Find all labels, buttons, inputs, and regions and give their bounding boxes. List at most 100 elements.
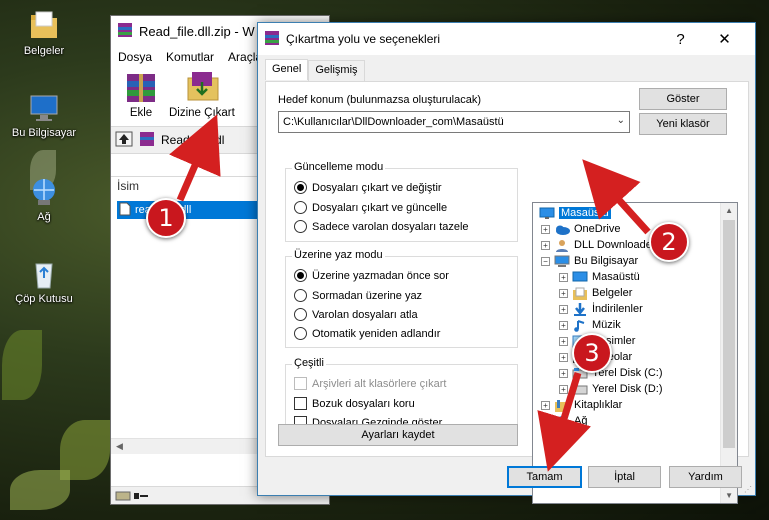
option-label: Sormadan üzerine yaz bbox=[312, 289, 423, 302]
chevron-down-icon[interactable]: ⌄ bbox=[617, 115, 625, 126]
network-icon bbox=[554, 415, 570, 428]
up-folder-icon[interactable] bbox=[115, 131, 133, 150]
overwrite-mode-group: Üzerine yaz modu Üzerine yazmadan önce s… bbox=[285, 249, 518, 348]
extract-to-button[interactable]: Dizine Çıkart bbox=[169, 70, 235, 119]
winrar-app-icon bbox=[117, 22, 133, 41]
close-icon[interactable]: ✕ bbox=[702, 23, 747, 55]
expand-icon[interactable]: + bbox=[559, 336, 568, 346]
tree-node-label: Kitaplıklar bbox=[574, 399, 623, 411]
drive-status-icon bbox=[115, 489, 149, 505]
general-panel: Hedef konum (bulunmazsa oluşturulacak) C… bbox=[265, 81, 749, 504]
scroll-thumb[interactable] bbox=[723, 220, 735, 448]
radio-button[interactable] bbox=[294, 269, 307, 282]
tab-general[interactable]: Genel bbox=[265, 59, 309, 80]
expand-icon[interactable]: + bbox=[541, 240, 550, 250]
tree-node-disk-d[interactable]: + Yerel Disk (D:) bbox=[559, 381, 663, 397]
column-header-name[interactable]: İsim bbox=[117, 179, 139, 193]
extraction-dialog: Çıkartma yolu ve seçenekleri ? ✕ Genel G… bbox=[257, 22, 756, 504]
radio-button[interactable] bbox=[294, 201, 307, 214]
dialog-tabs: Genel Gelişmiş bbox=[265, 59, 365, 81]
expand-icon[interactable]: + bbox=[559, 352, 568, 362]
ok-button[interactable]: Tamam bbox=[507, 466, 582, 488]
menu-commands[interactable]: Komutlar bbox=[166, 50, 214, 64]
new-folder-button[interactable]: Yeni klasör bbox=[639, 113, 727, 135]
update-option-freshen[interactable]: Sadece varolan dosyaları tazele bbox=[294, 220, 469, 233]
desktop-icon-this-pc[interactable]: Bu Bilgisayar bbox=[4, 92, 84, 139]
cancel-button[interactable]: İptal bbox=[588, 466, 661, 488]
help-button[interactable]: Yardım bbox=[669, 466, 742, 488]
desktop-icon bbox=[572, 271, 588, 284]
scroll-down-icon[interactable]: ▼ bbox=[725, 491, 733, 500]
resize-grip-icon[interactable]: ⋰ bbox=[744, 485, 752, 494]
expand-icon[interactable]: + bbox=[559, 384, 568, 394]
scroll-left-icon[interactable]: ◀ bbox=[116, 441, 123, 452]
misc-option-keep-broken[interactable]: Bozuk dosyaları koru bbox=[294, 397, 415, 410]
tree-node-libraries[interactable]: + Kitaplıklar bbox=[541, 397, 622, 413]
overwrite-option-ask[interactable]: Üzerine yazmadan önce sor bbox=[294, 269, 449, 282]
recycle-bin-icon bbox=[28, 258, 60, 290]
tree-node-desktop[interactable]: Masaüstü bbox=[539, 205, 611, 221]
radio-button[interactable] bbox=[294, 308, 307, 321]
show-button[interactable]: Göster bbox=[639, 88, 727, 110]
expand-icon[interactable]: + bbox=[541, 416, 550, 426]
expand-icon[interactable]: + bbox=[559, 288, 568, 298]
menu-file[interactable]: Dosya bbox=[118, 50, 152, 64]
overwrite-option-without-prompt[interactable]: Sormadan üzerine yaz bbox=[294, 289, 422, 302]
file-row[interactable]: read_file.dll bbox=[117, 201, 257, 219]
option-label: Dosyaları çıkart ve güncelle bbox=[312, 201, 448, 214]
checkbox[interactable] bbox=[294, 397, 307, 410]
radio-button[interactable] bbox=[294, 327, 307, 340]
expand-icon[interactable]: + bbox=[541, 400, 550, 410]
overwrite-option-rename[interactable]: Otomatik yeniden adlandır bbox=[294, 327, 440, 340]
expand-icon[interactable]: + bbox=[559, 368, 568, 378]
expand-icon[interactable]: + bbox=[559, 272, 568, 282]
tree-node-label: İndirilenler bbox=[592, 303, 643, 315]
desktop-icon-network[interactable]: Ağ bbox=[4, 176, 84, 223]
archive-small-icon bbox=[139, 131, 155, 150]
option-label: Bozuk dosyaları koru bbox=[312, 397, 415, 410]
desktop-icon-recycle-bin[interactable]: Çöp Kutusu bbox=[4, 258, 84, 305]
user-icon bbox=[554, 239, 570, 252]
update-mode-title: Güncelleme modu bbox=[292, 161, 386, 173]
archive-path: Read_file.dl bbox=[161, 133, 225, 147]
desktop-icon-documents[interactable]: Belgeler bbox=[4, 10, 84, 57]
folder-icon bbox=[28, 10, 60, 42]
tree-node-this-pc[interactable]: − Bu Bilgisayar bbox=[541, 253, 638, 269]
tab-advanced[interactable]: Gelişmiş bbox=[308, 60, 365, 81]
tree-node-pc-desktop[interactable]: + Masaüstü bbox=[559, 269, 640, 285]
folder-tree[interactable]: Masaüstü + OneDrive + DLL Downloader.com… bbox=[532, 202, 738, 504]
collapse-icon[interactable]: − bbox=[541, 256, 550, 266]
tree-scrollbar[interactable]: ▲ ▼ bbox=[720, 203, 737, 503]
save-settings-button[interactable]: Ayarları kaydet bbox=[278, 424, 518, 446]
tree-node-label: Masaüstü bbox=[559, 207, 611, 219]
desktop-icon-label: Belgeler bbox=[23, 45, 65, 57]
update-option-update[interactable]: Dosyaları çıkart ve güncelle bbox=[294, 201, 447, 214]
dialog-title: Çıkartma yolu ve seçenekleri bbox=[286, 32, 441, 46]
tree-node-downloads[interactable]: + İndirilenler bbox=[559, 301, 643, 317]
tree-node-music[interactable]: + Müzik bbox=[559, 317, 621, 333]
tree-node-onedrive[interactable]: + OneDrive bbox=[541, 221, 620, 237]
scroll-up-icon[interactable]: ▲ bbox=[725, 206, 733, 215]
add-button-label: Ekle bbox=[129, 107, 153, 119]
tree-node-documents[interactable]: + Belgeler bbox=[559, 285, 632, 301]
option-label: Varolan dosyaları atla bbox=[312, 308, 418, 321]
radio-button[interactable] bbox=[294, 289, 307, 302]
tree-node-disk-c[interactable]: + Yerel Disk (C:) bbox=[559, 365, 663, 381]
expand-icon[interactable]: + bbox=[559, 320, 568, 330]
update-option-replace[interactable]: Dosyaları çıkart ve değiştir bbox=[294, 181, 442, 194]
radio-button[interactable] bbox=[294, 220, 307, 233]
add-button[interactable]: Ekle bbox=[121, 70, 161, 119]
misc-title: Çeşitli bbox=[292, 357, 326, 369]
expand-icon[interactable]: + bbox=[541, 224, 550, 234]
tree-node-network[interactable]: + Ağ bbox=[541, 413, 587, 429]
help-icon[interactable]: ? bbox=[658, 23, 703, 55]
onedrive-icon bbox=[554, 223, 570, 236]
archive-add-icon bbox=[121, 70, 161, 104]
desktop-icon-label: Bu Bilgisayar bbox=[11, 127, 77, 139]
target-path-value: C:\Kullanıcılar\DllDownloader_com\Masaüs… bbox=[283, 116, 504, 128]
desktop-icon bbox=[539, 207, 555, 220]
overwrite-option-skip[interactable]: Varolan dosyaları atla bbox=[294, 308, 418, 321]
target-path-combo[interactable]: C:\Kullanıcılar\DllDownloader_com\Masaüs… bbox=[278, 111, 630, 133]
expand-icon[interactable]: + bbox=[559, 304, 568, 314]
radio-button[interactable] bbox=[294, 181, 307, 194]
